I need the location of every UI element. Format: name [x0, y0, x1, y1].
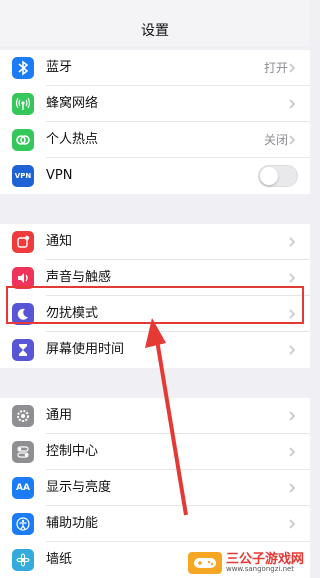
- settings-row-do-not-disturb[interactable]: 勿扰模式: [0, 296, 310, 332]
- accessibility-icon: [12, 513, 34, 535]
- watermark: 三公子游戏网 www.sangongzi.net: [187, 551, 304, 574]
- chevron-right-icon: [289, 99, 296, 109]
- settings-row-control-center[interactable]: 控制中心: [0, 434, 310, 470]
- chevron-right-icon: [289, 273, 296, 283]
- chevron-right-icon: [289, 519, 296, 529]
- settings-row-sounds[interactable]: 声音与触感: [0, 260, 310, 296]
- row-label: 显示与亮度: [46, 480, 112, 495]
- settings-row-vpn: VPN VPN: [0, 158, 310, 194]
- settings-screen: 设置 蓝牙 打开 蜂窝网络 个人热点 关闭 VPN VPN 通知 声音与触感 勿…: [0, 0, 310, 578]
- watermark-url: www.sangongzi.net: [225, 565, 295, 574]
- navigation-bar: 设置: [0, 0, 310, 46]
- hourglass-icon: [12, 339, 34, 361]
- gear-icon: [12, 405, 34, 427]
- vpn-icon: VPN: [12, 165, 34, 187]
- settings-row-bluetooth[interactable]: 蓝牙 打开: [0, 50, 310, 86]
- group-spacer: [0, 194, 310, 224]
- connectivity-group: 蓝牙 打开 蜂窝网络 个人热点 关闭 VPN VPN: [0, 50, 310, 194]
- row-label: 通用: [46, 408, 73, 423]
- row-label: 蜂窝网络: [46, 96, 99, 111]
- chevron-right-icon: [289, 63, 296, 73]
- page-title: 设置: [141, 23, 169, 39]
- wallpaper-icon: [12, 549, 34, 571]
- chevron-right-icon: [289, 447, 296, 457]
- row-label: 蓝牙: [46, 60, 73, 75]
- row-value: 打开: [263, 61, 288, 75]
- settings-row-general[interactable]: 通用: [0, 398, 310, 434]
- control-center-icon: [12, 441, 34, 463]
- display-icon: AA: [12, 477, 34, 499]
- notifications-group: 通知 声音与触感 勿扰模式 屏幕使用时间: [0, 224, 310, 368]
- moon-icon: [12, 303, 34, 325]
- chevron-right-icon: [289, 309, 296, 319]
- row-value: 关闭: [263, 133, 288, 147]
- hotspot-icon: [12, 129, 34, 151]
- bluetooth-icon: [12, 57, 34, 79]
- vpn-toggle[interactable]: [258, 165, 298, 187]
- row-label: 控制中心: [46, 444, 99, 459]
- settings-row-notifications[interactable]: 通知: [0, 224, 310, 260]
- toggle-knob: [260, 167, 278, 185]
- chevron-right-icon: [289, 483, 296, 493]
- display-icon-text: AA: [16, 483, 30, 493]
- chevron-right-icon: [289, 411, 296, 421]
- settings-row-screen-time[interactable]: 屏幕使用时间: [0, 332, 310, 368]
- row-label: 辅助功能: [46, 516, 99, 531]
- row-label: VPN: [46, 168, 73, 183]
- settings-row-display[interactable]: AA 显示与亮度: [0, 470, 310, 506]
- sound-icon: [12, 267, 34, 289]
- row-label: 通知: [46, 234, 73, 249]
- row-label: 声音与触感: [46, 270, 112, 285]
- chevron-right-icon: [289, 135, 296, 145]
- settings-row-hotspot[interactable]: 个人热点 关闭: [0, 122, 310, 158]
- row-label: 勿扰模式: [46, 306, 99, 321]
- notifications-icon: [12, 231, 34, 253]
- settings-row-accessibility[interactable]: 辅助功能: [0, 506, 310, 542]
- general-group: 通用 控制中心 AA 显示与亮度 辅助功能 墙纸: [0, 398, 310, 578]
- row-label: 个人热点: [46, 132, 99, 147]
- row-label: 墙纸: [46, 552, 73, 567]
- gamepad-icon: [187, 552, 222, 574]
- chevron-right-icon: [289, 237, 296, 247]
- settings-row-cellular[interactable]: 蜂窝网络: [0, 86, 310, 122]
- chevron-right-icon: [289, 345, 296, 355]
- group-spacer: [0, 368, 310, 398]
- watermark-title: 三公子游戏网: [225, 551, 304, 567]
- vpn-icon-text: VPN: [14, 172, 32, 180]
- row-label: 屏幕使用时间: [46, 342, 125, 357]
- cellular-icon: [12, 93, 34, 115]
